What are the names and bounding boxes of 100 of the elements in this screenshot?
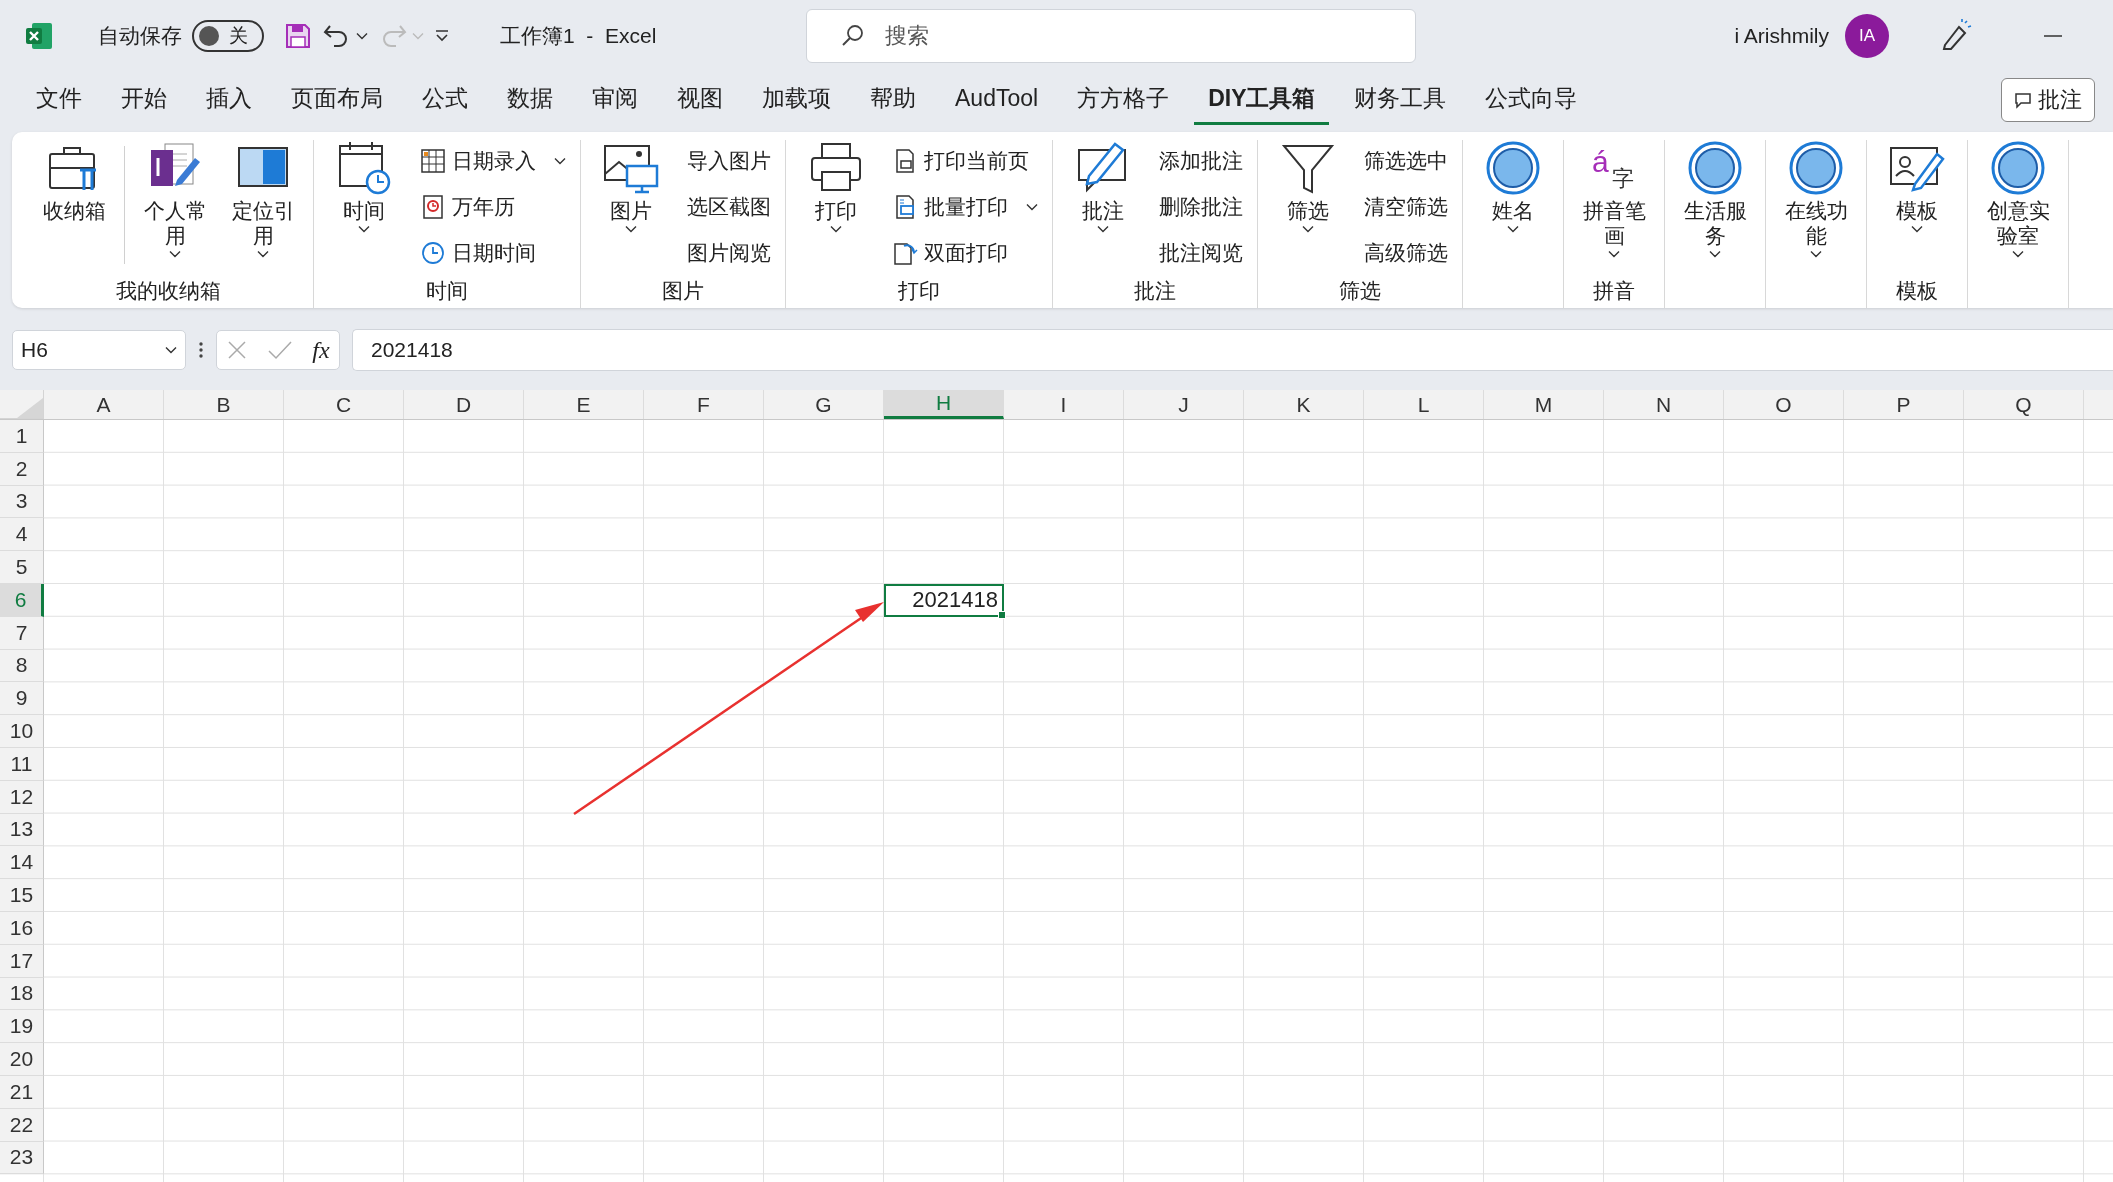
ribbon-tab[interactable]: 方方格子 [1063, 75, 1184, 125]
ribbon-tab[interactable]: 加载项 [748, 75, 845, 125]
ribbon-button[interactable]: 创意实验室 [1976, 140, 2060, 274]
ribbon-button[interactable]: 模板 [1875, 140, 1959, 274]
column-header[interactable]: P [1844, 390, 1964, 419]
ribbon-button[interactable]: 时间 [322, 140, 406, 274]
customize-toolbar-icon[interactable] [434, 29, 450, 43]
column-header[interactable]: K [1244, 390, 1364, 419]
row-header[interactable]: 3 [0, 485, 44, 519]
ribbon-tab[interactable]: 财务工具 [1340, 75, 1461, 125]
ribbon-tab[interactable]: 插入 [192, 75, 266, 125]
row-header[interactable]: 5 [0, 551, 44, 584]
search-field[interactable]: 搜索 [806, 9, 1417, 63]
ribbon-tab[interactable]: AudTool [941, 77, 1053, 123]
ribbon-button[interactable]: 姓名 [1471, 140, 1555, 274]
ribbon-button[interactable]: 添加批注 [1153, 140, 1249, 182]
row-header[interactable]: 9 [0, 682, 44, 716]
user-name[interactable]: i Arishmily [1734, 24, 1829, 48]
column-header[interactable]: H [884, 390, 1004, 419]
ribbon-button[interactable]: 批量打印 [886, 186, 1044, 228]
column-header[interactable]: B [164, 390, 284, 419]
row-header[interactable]: 21 [0, 1075, 44, 1109]
ribbon-button[interactable]: 收纳箱 [32, 140, 116, 274]
active-cell[interactable]: 2021418 [884, 584, 1004, 617]
row-header[interactable]: 14 [0, 846, 44, 880]
save-icon[interactable] [284, 22, 312, 50]
column-header[interactable]: Q [1964, 390, 2084, 419]
row-header[interactable]: 8 [0, 649, 44, 683]
ribbon-tab[interactable]: 数据 [493, 75, 567, 125]
row-header[interactable]: 4 [0, 518, 44, 552]
ribbon-button[interactable]: 图片阅览 [681, 232, 777, 274]
column-header[interactable]: E [524, 390, 644, 419]
ribbon-tab[interactable]: 文件 [22, 75, 96, 125]
row-header[interactable]: 17 [0, 944, 44, 978]
name-box[interactable]: H6 [12, 330, 186, 370]
row-header[interactable]: 20 [0, 1043, 44, 1076]
ribbon-tab[interactable]: 视图 [663, 75, 737, 125]
row-header[interactable]: 15 [0, 879, 44, 912]
minimize-icon[interactable] [2043, 34, 2063, 38]
autosave-toggle[interactable]: 关 [192, 20, 264, 52]
row-header[interactable]: 23 [0, 1141, 44, 1175]
ribbon-button[interactable]: 万年历 [414, 186, 572, 228]
ribbon-tab[interactable]: 页面布局 [277, 75, 397, 125]
row-header[interactable]: 7 [0, 616, 44, 650]
row-header[interactable]: 22 [0, 1108, 44, 1142]
document-arrow-icon [892, 240, 918, 266]
row-header[interactable]: 2 [0, 452, 44, 486]
insert-function-button[interactable]: fx [312, 336, 330, 364]
ribbon-button[interactable]: 打印 [794, 140, 878, 274]
column-header[interactable]: A [44, 390, 164, 419]
ribbon-button[interactable]: 高级筛选 [1358, 232, 1454, 274]
row-header[interactable]: 16 [0, 911, 44, 945]
ribbon-button[interactable]: 图片 [589, 140, 673, 274]
ribbon-button[interactable]: 定位引用 [221, 140, 305, 274]
more-options-icon[interactable] [198, 341, 204, 359]
row-header[interactable]: 11 [0, 747, 44, 781]
ribbon-tab[interactable]: 审阅 [578, 75, 652, 125]
column-header[interactable]: L [1364, 390, 1484, 419]
ribbon-button[interactable]: 删除批注 [1153, 186, 1249, 228]
ribbon-button[interactable]: 日期时间 [414, 232, 572, 274]
ribbon-tab[interactable]: 公式向导 [1471, 75, 1592, 125]
circle-icon [1687, 140, 1743, 196]
column-header[interactable]: J [1124, 390, 1244, 419]
ribbon-tab[interactable]: DIY工具箱 [1194, 75, 1330, 125]
check-icon[interactable] [267, 339, 294, 361]
column-header[interactable]: F [644, 390, 764, 419]
ribbon-button[interactable]: 在线功能 [1774, 140, 1858, 274]
row-header[interactable]: 1 [0, 420, 44, 453]
ribbon-button[interactable]: 批注 [1061, 140, 1145, 274]
column-header[interactable]: D [404, 390, 524, 419]
row-header[interactable]: 13 [0, 813, 44, 847]
ribbon-button[interactable]: 日期录入 [414, 140, 572, 182]
ribbon-tab[interactable]: 开始 [107, 75, 181, 125]
ribbon-button[interactable]: 双面打印 [886, 232, 1044, 274]
ribbon-button[interactable]: 筛选选中 [1358, 140, 1454, 182]
ribbon-tab[interactable]: 公式 [408, 75, 482, 125]
row-header[interactable]: 19 [0, 1010, 44, 1044]
row-header[interactable]: 18 [0, 977, 44, 1011]
excel-logo-icon[interactable] [24, 21, 54, 51]
row-header[interactable]: 10 [0, 715, 44, 748]
formula-input[interactable]: 2021418 [352, 329, 2113, 371]
ribbon-button[interactable]: 筛选 [1266, 140, 1350, 274]
column-header[interactable]: M [1484, 390, 1604, 419]
ribbon-button[interactable]: 导入图片 [681, 140, 777, 182]
column-header[interactable]: I [1004, 390, 1124, 419]
ribbon-button[interactable]: 打印当前页 [886, 140, 1044, 182]
column-header[interactable]: O [1724, 390, 1844, 419]
row-header[interactable]: 6 [0, 584, 44, 617]
ribbon-button[interactable]: 选区截图 [681, 186, 777, 228]
comments-button[interactable]: 批注 [2001, 78, 2095, 122]
ribbon-button[interactable]: 生活服务 [1673, 140, 1757, 274]
ribbon-button[interactable]: 清空筛选 [1358, 186, 1454, 228]
column-header[interactable]: N [1604, 390, 1724, 419]
ribbon-tab[interactable]: 帮助 [856, 75, 930, 125]
avatar[interactable]: IA [1845, 14, 1889, 58]
caret-icon [1709, 250, 1721, 259]
ribbon-button[interactable]: 个人常用 [133, 140, 217, 274]
ribbon-button[interactable]: 批注阅览 [1153, 232, 1249, 274]
column-header[interactable]: C [284, 390, 404, 419]
row-header[interactable]: 12 [0, 780, 44, 814]
